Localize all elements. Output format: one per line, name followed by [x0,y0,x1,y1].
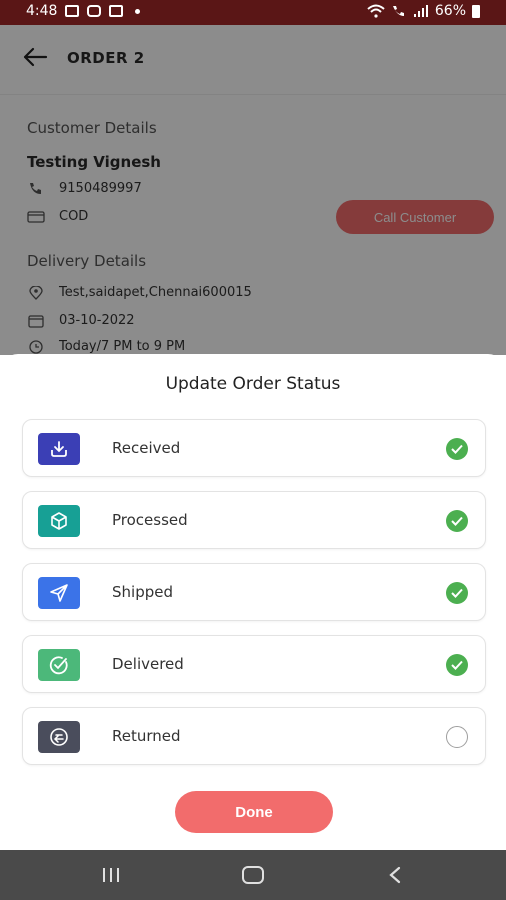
download-tray-icon [38,433,80,465]
battery-percent: 66% [434,3,466,19]
status-label-returned: Returned [112,727,181,745]
youtube-icon [87,5,102,17]
status-option-returned[interactable]: Returned [22,707,486,765]
status-option-shipped[interactable]: Shipped [22,563,486,621]
checked-icon [446,582,468,604]
gallery-icon [65,5,80,17]
checked-icon [446,654,468,676]
sheet-title: Update Order Status [165,374,341,394]
notification-dot-icon [135,8,141,14]
calendar-icon [109,5,124,17]
home-icon[interactable] [238,863,268,887]
call-signal-icon [392,6,404,16]
done-button[interactable]: Done [175,791,333,833]
status-bar: 4:48 66% [0,0,506,25]
status-label-received: Received [112,439,181,457]
status-option-received[interactable]: Received [22,419,486,477]
status-label-delivered: Delivered [112,655,184,673]
status-option-delivered[interactable]: Delivered [22,635,486,693]
checked-icon [446,510,468,532]
status-label-processed: Processed [112,511,188,529]
clock: 4:48 [26,3,58,19]
update-status-sheet: Update Order Status Received Processed S… [0,354,506,850]
wifi-icon [367,4,385,18]
back-nav-icon[interactable] [380,863,410,887]
status-label-shipped: Shipped [112,583,173,601]
send-icon [38,577,80,609]
box-icon [38,505,80,537]
checked-icon [446,438,468,460]
unchecked-radio-icon [446,726,468,748]
modal-scrim[interactable] [0,25,506,355]
check-circle-icon [38,649,80,681]
recent-apps-icon[interactable] [96,863,126,887]
status-option-processed[interactable]: Processed [22,491,486,549]
system-navigation-bar [0,850,506,900]
return-icon [38,721,80,753]
battery-icon [472,4,480,18]
signal-bars-icon [413,5,428,17]
